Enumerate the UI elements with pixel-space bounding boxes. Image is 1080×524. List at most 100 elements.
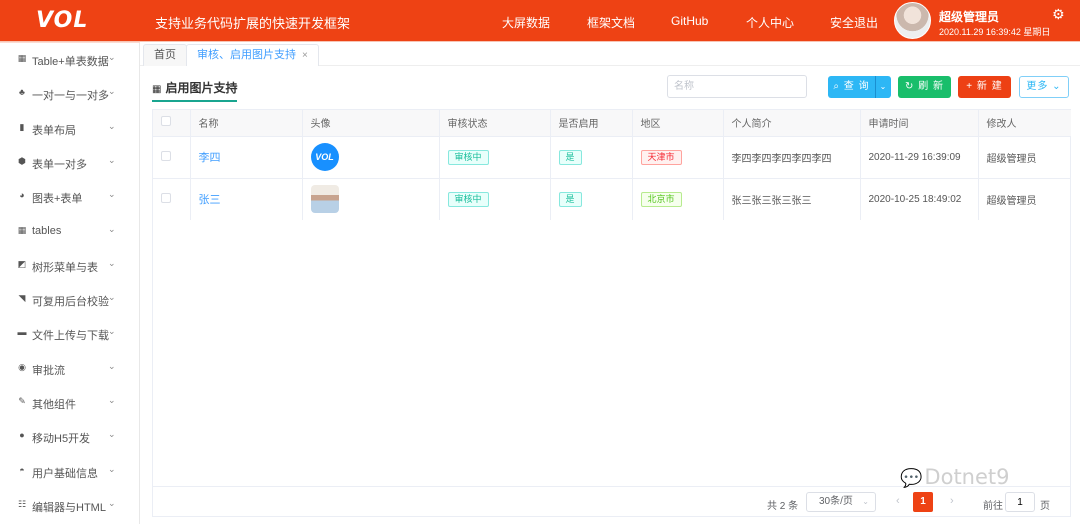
avatar-image[interactable] [310,185,339,214]
chevron-down-icon: ⌄ [862,497,869,506]
sidebar-item[interactable]: ◓ 用户基础信息 ⌄ [0,455,139,489]
user-group-icon: ◓ [19,464,25,475]
region-badge: 北京市 [640,191,682,207]
current-datetime: 2020.11.29 16:39:42 星期日 [939,27,1051,37]
table-header-row: 名称 头像 审核状态 是否启用 地区 个人简介 申请时间 修改人 [153,110,1071,136]
sidebar-item[interactable]: ◉ 审批流 ⌄ [0,352,139,386]
sidebar-item[interactable]: ▬ 文件上传与下载 ⌄ [0,317,139,351]
goto-page-input[interactable] [1005,492,1035,512]
watermark-text: Dotnet9 [924,465,1010,489]
sidebar-item[interactable]: ◥ 可复用后台校验 ⌄ [0,283,139,317]
new-button[interactable]: + 新 建 [958,76,1011,98]
column-header[interactable]: 是否启用 [550,110,633,136]
gear-icon[interactable]: ⚙ [1052,6,1065,23]
wechat-icon: 💬 [900,468,923,489]
slogan: 支持业务代码扩展的快速开发框架 [155,16,351,31]
nav-big-screen[interactable]: 大屏数据 [502,14,550,31]
query-button[interactable]: ⌕ 查 询 [828,76,875,98]
grid-icon: ▦ [17,224,27,235]
nav-profile[interactable]: 个人中心 [746,14,794,31]
region-cell: 天津市 [632,135,724,178]
column-header[interactable]: 修改人 [978,110,1071,136]
name-cell: 张三 [190,177,303,220]
bar-chart-icon: ▮ [19,121,25,132]
nav-github[interactable]: GitHub [671,14,708,28]
area-chart-icon: ◩ [17,258,27,269]
sidebar-item[interactable]: ◩ 树形菜单与表 ⌄ [0,249,139,283]
row-checkbox[interactable] [161,192,171,203]
close-icon[interactable]: × [302,50,308,61]
next-page-button[interactable]: › [950,495,954,507]
sidebar-item-label: Table+单表数据 [32,56,109,68]
enabled-badge: 是 [558,191,582,207]
column-header[interactable]: 地区 [632,110,724,136]
row-select-cell [153,177,191,220]
page-size-select[interactable]: 30条/页 ⌄ [806,492,876,512]
chevron-down-icon: ⌄ [108,395,116,405]
sidebar-item[interactable]: ● 移动H5开发 ⌄ [0,420,139,454]
column-header[interactable]: 审核状态 [439,110,551,136]
name-link[interactable]: 张三 [199,194,221,206]
tab-label: 审核、启用图片支持 [197,49,296,61]
more-button[interactable]: 更多 ⌄ [1019,76,1069,98]
chevron-down-icon: ⌄ [108,429,116,440]
sidebar-item[interactable]: ♣ 一对一与一对多 ⌄ [0,77,139,111]
row-checkbox[interactable] [161,150,171,161]
avatar-cell [302,177,440,220]
select-all-checkbox[interactable] [161,116,171,127]
sidebar-item-label: 树形菜单与表 [32,261,98,274]
name-link[interactable]: 李四 [199,152,221,164]
select-all-cell [153,110,191,136]
main-panel: ▦启用图片支持 ⌕ 查 询 ⌄ ↻ 刷 新 + 新 建 更多 ⌄ 名称 头像 审… [150,66,1072,521]
search-input[interactable] [667,75,807,98]
table-row[interactable]: 李四 VOL 审核中 是 天津市 李四李四李四李四李四 2020-11-29 1… [153,135,1071,178]
status-badge: 审核中 [447,191,489,207]
bio-cell: 李四李四李四李四李四 [723,135,861,178]
sidebar-item[interactable]: ▮ 表单布局 ⌄ [0,112,139,146]
nav-docs[interactable]: 框架文档 [587,14,635,31]
sidebar-item-label: 图表+表单 [32,193,83,206]
query-dropdown-button[interactable]: ⌄ [875,76,891,98]
sidebar-item-label: 编辑器与HTML [32,501,106,514]
avatar-cell: VOL [302,135,440,178]
prev-page-button[interactable]: ‹ [896,495,900,507]
chevron-down-icon: ⌄ [108,292,116,303]
avatar-image[interactable]: VOL [310,143,339,171]
enabled-cell: 是 [550,135,633,178]
chevron-down-icon: ⌄ [108,463,116,474]
chevron-down-icon: ⌄ [108,86,116,97]
column-header[interactable]: 个人简介 [723,110,861,136]
sidebar-item-label: 其他组件 [32,399,76,411]
sidebar-item[interactable]: ✎ 其他组件 ⌄ [0,386,139,420]
sidebar-item[interactable]: ☷ 编辑器与HTML ⌄ [0,489,139,523]
chevron-down-icon: ⌄ [108,257,116,268]
total-count: 共 2 条 [767,501,799,512]
name-cell: 李四 [190,135,303,178]
watermark: 💬Dotnet9 [900,465,1010,489]
tab-image-support[interactable]: 审核、启用图片支持 × [186,44,319,66]
column-header[interactable]: 名称 [190,110,303,136]
column-header[interactable]: 头像 [302,110,440,136]
top-header: VOL 支持业务代码扩展的快速开发框架 大屏数据 框架文档 GitHub 个人中… [0,0,1080,41]
chevron-down-icon: ⌄ [108,52,116,62]
refresh-button[interactable]: ↻ 刷 新 [898,76,951,98]
modifier-cell: 超级管理员 [978,135,1071,178]
grid-icon: ▦ [17,53,27,63]
sidebar-item[interactable]: ⬢ 表单一对多 ⌄ [0,146,139,180]
user-name: 超级管理员 [939,10,1000,24]
nav-logout[interactable]: 安全退出 [830,14,878,31]
user-avatar[interactable] [894,2,931,39]
logo[interactable]: VOL [36,8,88,33]
column-header[interactable]: 申请时间 [860,110,979,136]
sidebar-item-label: 用户基础信息 [32,467,98,480]
sidebar-item[interactable]: ▦ tables ⌄ [0,215,139,249]
current-page-button[interactable]: 1 [913,492,933,512]
tab-home[interactable]: 首页 [143,44,187,66]
dribbble-icon: ◉ [18,361,26,372]
sidebar-item[interactable]: ◕ 图表+表单 ⌄ [0,180,139,214]
table-row[interactable]: 张三 审核中 是 北京市 张三张三张三张三 2020-10-25 18:49:0… [153,177,1071,220]
sidebar-item[interactable]: ▦ Table+单表数据 ⌄ [0,43,139,77]
sidebar-item-label: 表单一对多 [32,158,87,171]
status-cell: 审核中 [439,177,551,220]
status-badge: 审核中 [447,149,489,165]
